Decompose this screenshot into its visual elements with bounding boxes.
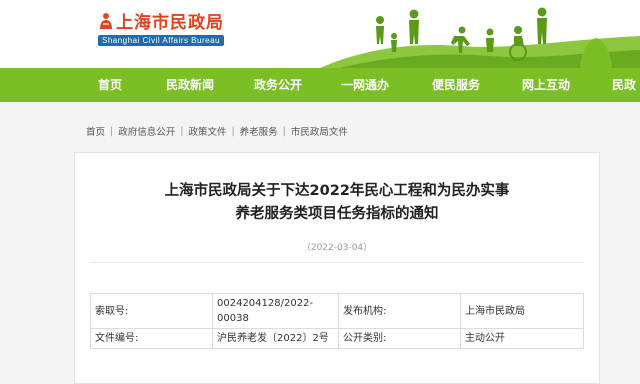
main-nav: 首页 民政新闻 政务公开 一网通办 便民服务 网上互动 民政 <box>0 68 640 102</box>
breadcrumb-gov-info[interactable]: 政府信息公开 <box>118 124 175 138</box>
breadcrumb-bureau-docs[interactable]: 市民政局文件 <box>291 124 348 138</box>
nav-news[interactable]: 民政新闻 <box>166 68 214 102</box>
document-meta-table: 索取号: 0024204128/2022-00038 发布机构: 上海市民政局 … <box>90 293 584 349</box>
article-title: 上海市民政局关于下达2022年民心工程和为民办实事 养老服务类项目任务指标的通知 <box>0 180 640 226</box>
nav-civil-affairs[interactable]: 民政 <box>612 68 636 102</box>
meta-value-index-number: 0024204128/2022-00038 <box>212 293 339 329</box>
breadcrumb-separator: | <box>231 125 235 137</box>
table-row: 文件编号: 沪民养老发〔2022〕2号 公开类别: 主动公开 <box>90 328 584 349</box>
site-logo[interactable]: 上海市民政局 Shanghai Civil Affairs Bureau <box>98 8 224 46</box>
site-header: 上海市民政局 Shanghai Civil Affairs Bureau <box>0 0 640 68</box>
nav-gov-affairs[interactable]: 政务公开 <box>254 68 302 102</box>
table-row: 索取号: 0024204128/2022-00038 发布机构: 上海市民政局 <box>90 293 584 329</box>
nav-online-interaction[interactable]: 网上互动 <box>522 68 570 102</box>
nav-public-services[interactable]: 便民服务 <box>432 68 480 102</box>
breadcrumb-policy-docs[interactable]: 政策文件 <box>188 124 226 138</box>
meta-label-index-number: 索取号: <box>90 293 213 329</box>
article-date: （2022-03-04） <box>301 243 373 253</box>
nav-one-stop-service[interactable]: 一网通办 <box>341 68 389 102</box>
breadcrumb-separator: | <box>282 125 286 137</box>
breadcrumb-elderly-services[interactable]: 养老服务 <box>240 124 278 138</box>
article-title-line-2: 养老服务类项目任务指标的通知 <box>235 206 439 222</box>
meta-value-doc-number: 沪民养老发〔2022〕2号 <box>212 328 339 349</box>
civil-affairs-emblem-icon <box>100 12 112 29</box>
family-silhouette-banner <box>320 7 640 68</box>
divider <box>90 262 584 263</box>
meta-label-disclosure-type: 公开类别: <box>338 328 461 349</box>
site-name-en: Shanghai Civil Affairs Bureau <box>98 35 224 46</box>
meta-label-publisher: 发布机构: <box>338 293 461 329</box>
article-title-line-1: 上海市民政局关于下达2022年民心工程和为民办实事 <box>164 183 510 199</box>
site-name-zh: 上海市民政局 <box>116 13 224 33</box>
nav-home[interactable]: 首页 <box>98 68 122 102</box>
breadcrumb-home[interactable]: 首页 <box>86 124 105 138</box>
breadcrumb: 首页 | 政府信息公开 | 政策文件 | 养老服务 | 市民政局文件 <box>86 124 348 139</box>
meta-value-disclosure-type: 主动公开 <box>460 328 584 349</box>
meta-label-doc-number: 文件编号: <box>90 328 213 349</box>
meta-value-publisher: 上海市民政局 <box>460 293 584 329</box>
breadcrumb-separator: | <box>110 125 114 137</box>
breadcrumb-separator: | <box>180 125 184 137</box>
